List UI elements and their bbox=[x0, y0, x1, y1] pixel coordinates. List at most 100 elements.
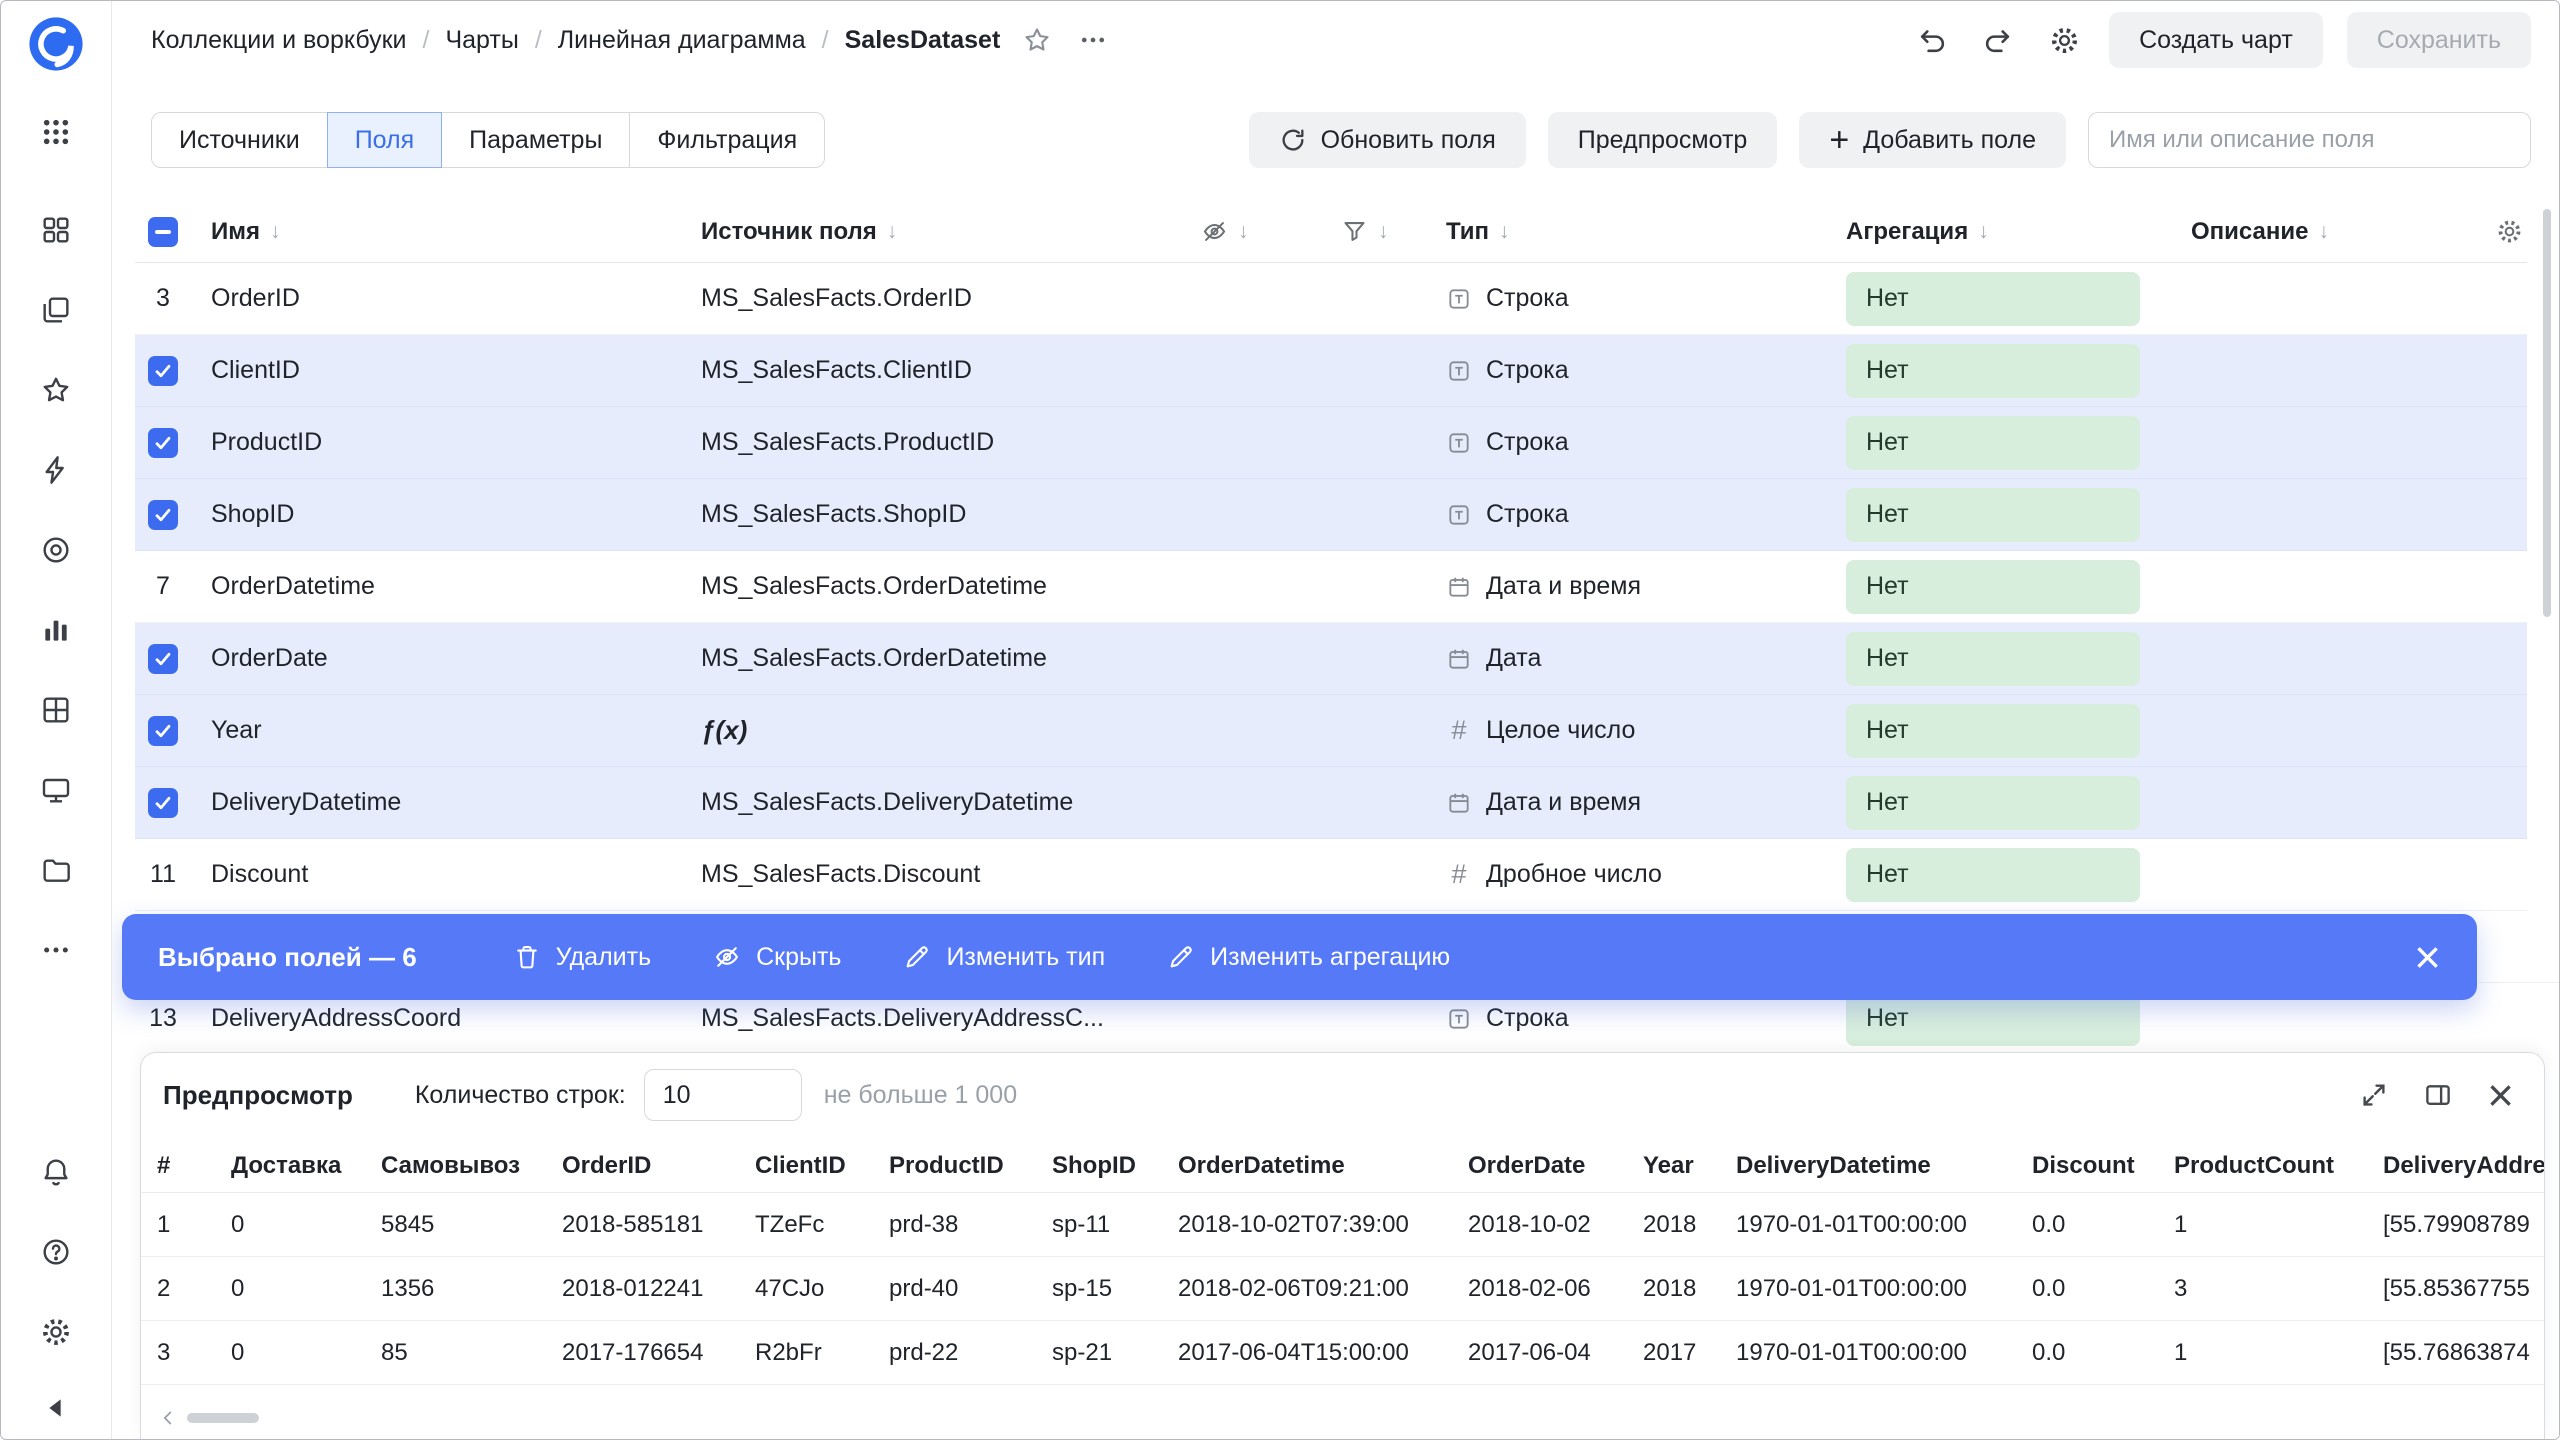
close-icon[interactable]: × bbox=[2414, 934, 2441, 980]
sort-icon[interactable]: ↓ bbox=[1499, 220, 1510, 244]
aggregation-select[interactable]: Нет bbox=[1846, 631, 2140, 686]
breadcrumb-item[interactable]: Линейная диаграмма bbox=[558, 26, 806, 55]
field-row[interactable]: OrderDate MS_SalesFacts.OrderDatetime Дата… bbox=[135, 623, 2527, 695]
settings-icon[interactable] bbox=[37, 1313, 75, 1351]
datasets-icon[interactable] bbox=[37, 531, 75, 569]
change-type-button[interactable]: Изменить тип bbox=[903, 943, 1105, 972]
preview-button[interactable]: Предпросмотр bbox=[1547, 112, 1778, 168]
table-settings-icon[interactable] bbox=[2496, 218, 2523, 245]
change-aggregation-button[interactable]: Изменить агрегацию bbox=[1167, 943, 1450, 972]
breadcrumb-item[interactable]: Коллекции и воркбуки bbox=[151, 26, 407, 55]
preview-col-header: ProductID bbox=[889, 1151, 1004, 1179]
refresh-fields-button[interactable]: Обновить поля bbox=[1248, 112, 1526, 168]
preview-cell: 1970-01-01T00:00:00 bbox=[1736, 1338, 1967, 1366]
row-checkbox-checked[interactable] bbox=[148, 643, 178, 674]
breadcrumb-more-icon[interactable] bbox=[1078, 25, 1108, 55]
field-name: OrderID bbox=[211, 284, 300, 312]
col-header-type[interactable]: Тип bbox=[1446, 218, 1489, 246]
notifications-icon[interactable] bbox=[37, 1153, 75, 1191]
sort-icon[interactable]: ↓ bbox=[1238, 220, 1249, 244]
more-icon[interactable] bbox=[37, 931, 75, 969]
aggregation-select[interactable]: Нет bbox=[1846, 271, 2140, 326]
row-count-input[interactable] bbox=[643, 1069, 802, 1121]
field-search-input[interactable] bbox=[2088, 112, 2531, 168]
field-row[interactable]: ClientID MS_SalesFacts.ClientID Строка Нет bbox=[135, 335, 2527, 407]
dock-panel-icon[interactable] bbox=[2423, 1080, 2453, 1110]
close-icon[interactable]: × bbox=[2487, 1072, 2514, 1118]
redo-icon[interactable] bbox=[1977, 19, 2019, 61]
delete-fields-button[interactable]: Удалить bbox=[513, 943, 651, 972]
sort-icon[interactable]: ↓ bbox=[887, 220, 898, 244]
col-header-aggregation[interactable]: Агрегация bbox=[1846, 218, 1968, 246]
preview-col-header: OrderID bbox=[562, 1151, 652, 1179]
row-checkbox-checked[interactable] bbox=[148, 499, 178, 530]
aggregation-select[interactable]: Нет bbox=[1846, 559, 2140, 614]
col-header-name[interactable]: Имя bbox=[211, 218, 260, 246]
create-chart-button[interactable]: Создать чарт bbox=[2109, 12, 2323, 68]
field-row[interactable]: ShopID MS_SalesFacts.ShopID Строка Нет bbox=[135, 479, 2527, 551]
row-checkbox-checked[interactable] bbox=[148, 427, 178, 458]
field-row[interactable]: 11 Discount MS_SalesFacts.Discount # Дробное… bbox=[135, 839, 2527, 911]
charts-icon[interactable] bbox=[37, 611, 75, 649]
scrollbar-thumb[interactable] bbox=[187, 1413, 259, 1423]
aggregation-select[interactable]: Нет bbox=[1846, 847, 2140, 902]
connections-icon[interactable] bbox=[37, 451, 75, 489]
favorite-star-icon[interactable] bbox=[1022, 25, 1052, 55]
undo-icon[interactable] bbox=[1911, 19, 1953, 61]
sort-icon[interactable]: ↓ bbox=[1978, 220, 1989, 244]
preview-row: 2 0 1356 2018-012241 47CJo prd-40 sp-15 2018-02… bbox=[141, 1257, 2544, 1321]
breadcrumb-item[interactable]: Чарты bbox=[445, 26, 518, 55]
row-checkbox-checked[interactable] bbox=[148, 715, 178, 746]
favorites-icon[interactable] bbox=[37, 371, 75, 409]
preview-cell: sp-11 bbox=[1052, 1210, 1111, 1238]
datalens-logo[interactable] bbox=[27, 15, 85, 73]
save-button[interactable]: Сохранить bbox=[2346, 12, 2531, 68]
preview-cell: 0 bbox=[231, 1338, 245, 1366]
aggregation-select[interactable]: Нет bbox=[1846, 343, 2140, 398]
sort-icon[interactable]: ↓ bbox=[270, 220, 281, 244]
tables-icon[interactable] bbox=[37, 691, 75, 729]
help-icon[interactable] bbox=[37, 1233, 75, 1271]
field-row[interactable]: 3 OrderID MS_SalesFacts.OrderID Строка Нет bbox=[135, 263, 2527, 335]
scroll-left-icon[interactable] bbox=[157, 1407, 179, 1429]
preview-cell: 2018-10-02T07:39:00 bbox=[1178, 1210, 1409, 1238]
preview-row: 3 0 85 2017-176654 R2bFr prd-22 sp-21 2017-06-0… bbox=[141, 1321, 2544, 1385]
vertical-scrollbar[interactable] bbox=[2543, 209, 2551, 617]
tab-sources[interactable]: Источники bbox=[151, 112, 328, 168]
tab-fields[interactable]: Поля bbox=[326, 112, 443, 168]
add-field-button[interactable]: + Добавить поле bbox=[1799, 112, 2066, 168]
filter-icon[interactable] bbox=[1341, 218, 1368, 245]
monitoring-icon[interactable] bbox=[37, 771, 75, 809]
sort-icon[interactable]: ↓ bbox=[1378, 220, 1389, 244]
field-source: MS_SalesFacts.ProductID bbox=[701, 428, 995, 456]
field-row[interactable]: DeliveryDatetime MS_SalesFacts.DeliveryDa… bbox=[135, 767, 2527, 839]
col-header-description[interactable]: Описание bbox=[2191, 218, 2309, 246]
field-type: Строка bbox=[1446, 500, 1846, 529]
field-row[interactable]: ProductID MS_SalesFacts.ProductID Строка Не… bbox=[135, 407, 2527, 479]
storage-icon[interactable] bbox=[37, 851, 75, 889]
aggregation-select[interactable]: Нет bbox=[1846, 703, 2140, 758]
workbooks-icon[interactable] bbox=[37, 211, 75, 249]
aggregation-select[interactable]: Нет bbox=[1846, 487, 2140, 542]
collapse-sidebar-icon[interactable] bbox=[37, 1389, 75, 1427]
row-checkbox-checked[interactable] bbox=[148, 787, 178, 818]
hide-fields-button[interactable]: Скрыть bbox=[713, 943, 841, 972]
row-checkbox-checked[interactable] bbox=[148, 355, 178, 386]
expand-icon[interactable] bbox=[2359, 1080, 2389, 1110]
layers-icon[interactable] bbox=[37, 291, 75, 329]
aggregation-select[interactable]: Нет bbox=[1846, 775, 2140, 830]
dataset-settings-icon[interactable] bbox=[2043, 19, 2085, 61]
tab-parameters[interactable]: Параметры bbox=[441, 112, 631, 168]
preview-cell: 2017-176654 bbox=[562, 1338, 704, 1366]
select-all-checkbox[interactable] bbox=[148, 216, 178, 247]
eye-off-icon[interactable] bbox=[1201, 218, 1228, 245]
sort-icon[interactable]: ↓ bbox=[2319, 220, 2330, 244]
field-row[interactable]: Year ƒ(x) # Целое число Нет bbox=[135, 695, 2527, 767]
col-header-source[interactable]: Источник поля bbox=[701, 218, 877, 246]
field-row[interactable]: 7 OrderDatetime MS_SalesFacts.OrderDatetim… bbox=[135, 551, 2527, 623]
sidebar-bottom bbox=[37, 1153, 75, 1351]
tab-group: Источники Поля Параметры Фильтрация bbox=[151, 112, 826, 168]
tab-filtering[interactable]: Фильтрация bbox=[629, 112, 826, 168]
apps-grid-icon[interactable] bbox=[37, 113, 75, 151]
aggregation-select[interactable]: Нет bbox=[1846, 415, 2140, 470]
